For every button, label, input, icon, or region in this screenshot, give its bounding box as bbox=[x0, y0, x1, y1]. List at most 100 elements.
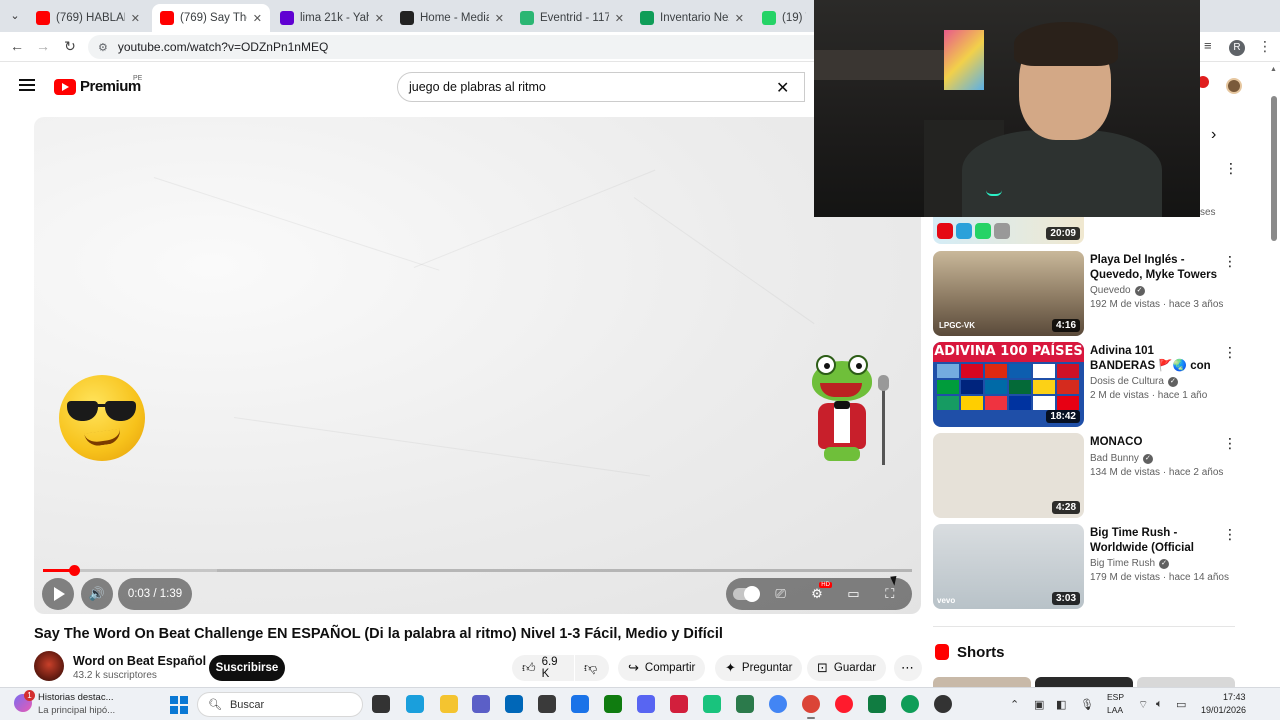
tray-app-icon[interactable]: ▣ bbox=[1034, 698, 1044, 711]
related-video-item[interactable]: 4:28 MONACO Bad Bunny ✓ 134 M de vistas · ha… bbox=[933, 433, 1243, 519]
site-info-icon[interactable]: ⚙ bbox=[98, 41, 108, 54]
chrome-profile-icon[interactable] bbox=[901, 695, 919, 713]
more-vertical-icon[interactable]: ⋮ bbox=[1223, 435, 1237, 452]
edge-browser-icon[interactable] bbox=[406, 695, 424, 713]
tab-close-icon[interactable]: ✕ bbox=[131, 12, 140, 25]
more-actions-button[interactable]: ⋯ bbox=[894, 655, 922, 681]
browser-tab[interactable]: Home - Media M ✕ bbox=[392, 4, 512, 32]
store-icon[interactable] bbox=[505, 695, 523, 713]
browser-menu-icon[interactable]: ⋮ bbox=[1258, 38, 1272, 55]
chevron-right-icon[interactable]: › bbox=[1211, 126, 1216, 144]
discord-icon[interactable] bbox=[637, 695, 655, 713]
tab-close-icon[interactable]: ✕ bbox=[253, 12, 262, 25]
xbox-icon[interactable] bbox=[604, 695, 622, 713]
video-player[interactable]: 🔊 0:03 / 1:39 ⎚ ⚙ HD ▭ ⛶ bbox=[34, 117, 921, 614]
tab-close-icon[interactable]: ✕ bbox=[375, 12, 384, 25]
app-icon[interactable] bbox=[934, 695, 952, 713]
progress-bar[interactable] bbox=[43, 565, 912, 576]
channel-name[interactable]: Word on Beat Español bbox=[73, 654, 206, 668]
related-video-channel[interactable]: Big Time Rush ✓ bbox=[1090, 558, 1170, 569]
chatgpt-icon[interactable] bbox=[703, 695, 721, 713]
more-vertical-icon[interactable]: ⋮ bbox=[1223, 526, 1237, 543]
subtitles-icon[interactable]: ⎚ bbox=[766, 586, 796, 602]
clock-time[interactable]: 17:43 bbox=[1223, 692, 1246, 702]
file-explorer-icon[interactable] bbox=[440, 695, 458, 713]
subscribe-button[interactable]: Suscribirse bbox=[209, 655, 285, 681]
microphone-icon[interactable]: 🎙︎ bbox=[1080, 698, 1094, 711]
chevron-up-icon[interactable]: ⌃ bbox=[1010, 698, 1019, 711]
hamburger-menu-icon[interactable] bbox=[19, 79, 35, 91]
video-thumbnail[interactable]: ADIVINA 100 PAÍSES 18:42 bbox=[933, 342, 1084, 427]
tray-app-icon[interactable]: ◧ bbox=[1056, 698, 1066, 711]
news-subline[interactable]: La principal hipó... bbox=[38, 705, 115, 716]
save-button[interactable]: ⊡ Guardar bbox=[807, 655, 887, 681]
keyboard-layout-indicator[interactable]: LAA bbox=[1107, 705, 1123, 715]
video-thumbnail[interactable]: 4:28 bbox=[933, 433, 1084, 518]
app-icon[interactable] bbox=[670, 695, 688, 713]
tab-close-icon[interactable]: ✕ bbox=[495, 12, 504, 25]
reload-icon[interactable]: ↻ bbox=[61, 38, 79, 55]
browser-tab[interactable]: Inventario Next I ✕ bbox=[632, 4, 752, 32]
scrubber-handle[interactable] bbox=[69, 565, 81, 576]
video-thumbnail[interactable]: vevo 3:03 bbox=[933, 524, 1084, 609]
chrome-profile-icon[interactable] bbox=[802, 695, 820, 713]
app-icon[interactable] bbox=[736, 695, 754, 713]
related-video-channel[interactable]: Bad Bunny ✓ bbox=[1090, 453, 1153, 464]
clock-date[interactable]: 19/01/2026 bbox=[1201, 705, 1246, 715]
more-vertical-icon[interactable]: ⋮ bbox=[1223, 253, 1237, 270]
tab-search-button[interactable]: ⌄ bbox=[6, 7, 24, 25]
video-thumbnail[interactable]: LPGC-VK 4:16 bbox=[933, 251, 1084, 336]
related-video-item[interactable]: ADIVINA 100 PAÍSES 18:42 Adivina 101 BANDE… bbox=[933, 342, 1243, 428]
page-scrollbar[interactable] bbox=[1271, 96, 1277, 241]
share-button[interactable]: ↪ Compartir bbox=[618, 655, 706, 681]
partial-video-thumbnail[interactable]: 20:09 bbox=[933, 217, 1084, 244]
related-video-title[interactable]: MONACO bbox=[1090, 435, 1218, 450]
teams-icon[interactable] bbox=[472, 695, 490, 713]
extensions-icon[interactable]: ≡ bbox=[1204, 38, 1212, 53]
opera-icon[interactable] bbox=[835, 695, 853, 713]
language-indicator[interactable]: ESP bbox=[1107, 692, 1124, 702]
user-avatar[interactable] bbox=[1226, 78, 1242, 94]
browser-tab[interactable]: lima 21k - Yahoo ✕ bbox=[272, 4, 392, 32]
url-bar[interactable]: ⚙ youtube.com/watch?v=ODZnPn1nMEQ bbox=[88, 35, 828, 59]
more-vertical-icon[interactable]: ⋮ bbox=[1224, 160, 1238, 177]
short-thumbnail[interactable] bbox=[933, 677, 1031, 687]
channel-avatar[interactable] bbox=[34, 651, 64, 681]
clear-search-icon[interactable]: ✕ bbox=[776, 78, 789, 98]
taskbar-search-input[interactable]: 🔍︎ Buscar bbox=[197, 692, 363, 717]
scroll-up-arrow-icon[interactable]: ▲ bbox=[1270, 66, 1277, 73]
related-video-item[interactable]: LPGC-VK 4:16 Playa Del Inglés - Quevedo, M… bbox=[933, 251, 1243, 337]
tab-close-icon[interactable]: ✕ bbox=[735, 12, 744, 25]
dislike-button[interactable]: 👎︎ bbox=[575, 655, 609, 681]
ask-button[interactable]: ✦ Preguntar bbox=[715, 655, 803, 681]
battery-icon[interactable]: ▭ bbox=[1176, 698, 1186, 711]
related-video-channel[interactable]: Dosis de Cultura ✓ bbox=[1090, 376, 1178, 387]
app-icon[interactable] bbox=[571, 695, 589, 713]
play-button[interactable] bbox=[42, 578, 74, 610]
youtube-logo[interactable]: Premium bbox=[54, 78, 141, 95]
wifi-icon[interactable]: ⌔ bbox=[1138, 698, 1148, 712]
windows-start-icon[interactable] bbox=[170, 696, 188, 714]
chrome-icon[interactable] bbox=[769, 695, 787, 713]
tab-close-icon[interactable]: ✕ bbox=[615, 12, 624, 25]
more-vertical-icon[interactable]: ⋮ bbox=[1223, 344, 1237, 361]
like-button[interactable]: 👍︎ 6.9 K bbox=[512, 655, 574, 681]
short-thumbnail[interactable] bbox=[1035, 677, 1133, 687]
related-video-channel[interactable]: Quevedo ✓ bbox=[1090, 285, 1145, 296]
excel-icon[interactable] bbox=[868, 695, 886, 713]
news-headline[interactable]: Historias destac... bbox=[38, 692, 114, 703]
app-icon[interactable] bbox=[538, 695, 556, 713]
related-video-title[interactable]: Adivina 101 BANDERAS 🚩🌏 con Niveles de .… bbox=[1090, 344, 1218, 374]
fullscreen-icon[interactable]: ⛶ bbox=[875, 586, 905, 602]
search-input[interactable]: juego de plabras al ritmo bbox=[397, 72, 805, 102]
volume-icon[interactable]: 🔊 bbox=[81, 578, 113, 610]
short-thumbnail[interactable] bbox=[1137, 677, 1235, 687]
related-video-title[interactable]: Playa Del Inglés - Quevedo, Myke Towers … bbox=[1090, 253, 1218, 283]
task-view-icon[interactable] bbox=[372, 695, 390, 713]
autoplay-toggle[interactable] bbox=[733, 586, 761, 602]
forward-icon[interactable]: → bbox=[34, 38, 52, 54]
back-icon[interactable]: ← bbox=[8, 38, 26, 54]
browser-tab-active[interactable]: (769) Say The ✕ bbox=[152, 4, 270, 32]
speaker-icon[interactable]: 🔈︎ bbox=[1156, 698, 1163, 711]
related-video-item[interactable]: vevo 3:03 Big Time Rush - Worldwide (Offic… bbox=[933, 524, 1243, 610]
